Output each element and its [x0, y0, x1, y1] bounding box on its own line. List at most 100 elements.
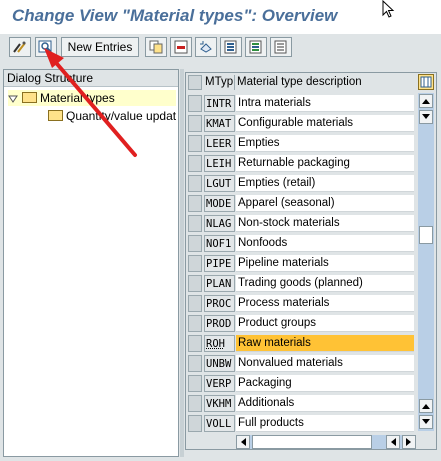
material-type-description[interactable]: Nonfoods	[236, 235, 414, 252]
display-change-button[interactable]	[9, 37, 31, 57]
material-type-description[interactable]: Returnable packaging	[236, 155, 414, 172]
row-selector[interactable]	[188, 215, 202, 232]
scroll-page-up-button[interactable]	[419, 110, 433, 124]
select-all-rows-cell[interactable]	[188, 75, 202, 90]
row-selector[interactable]	[188, 275, 202, 292]
undo-change-icon	[200, 41, 212, 53]
table-row[interactable]: PROD Product groups	[188, 314, 414, 333]
column-header-mtyp[interactable]: MTyp	[203, 75, 235, 90]
table-row[interactable]: UNBW Nonvalued materials	[188, 354, 414, 373]
material-type-description[interactable]: Raw materials	[236, 335, 414, 352]
table-row[interactable]: NOF1 Nonfoods	[188, 234, 414, 253]
scroll-down-button[interactable]	[419, 415, 433, 429]
row-selector[interactable]	[188, 355, 202, 372]
material-type-description[interactable]: Process materials	[236, 295, 414, 312]
row-selector[interactable]	[188, 375, 202, 392]
select-all-button[interactable]	[220, 37, 242, 57]
scroll-up-button[interactable]	[419, 94, 433, 108]
row-selector[interactable]	[188, 235, 202, 252]
material-type-code[interactable]: PROC	[204, 295, 235, 312]
horizontal-scroll-thumb[interactable]	[252, 435, 372, 449]
undo-change-button[interactable]	[195, 37, 217, 57]
table-row[interactable]: PIPE Pipeline materials	[188, 254, 414, 273]
material-type-code[interactable]: VOLL	[204, 415, 235, 432]
row-selector[interactable]	[188, 135, 202, 152]
select-block-button[interactable]	[245, 37, 267, 57]
material-type-description[interactable]: Trading goods (planned)	[236, 275, 414, 292]
material-type-description[interactable]: Packaging	[236, 375, 414, 392]
scroll-right-button[interactable]	[386, 435, 400, 449]
material-type-code[interactable]: VERP	[204, 375, 235, 392]
material-type-code[interactable]: ROH	[204, 335, 235, 352]
material-type-description[interactable]: Nonvalued materials	[236, 355, 414, 372]
material-type-description[interactable]: Empties	[236, 135, 414, 152]
material-type-description[interactable]: Pipeline materials	[236, 255, 414, 272]
table-row[interactable]: PROC Process materials	[188, 294, 414, 313]
table-row[interactable]: LEER Empties	[188, 134, 414, 153]
table-row[interactable]: VKHM Additionals	[188, 394, 414, 413]
row-selector[interactable]	[188, 395, 202, 412]
material-type-code[interactable]: NOF1	[204, 235, 235, 252]
material-type-code[interactable]: LEIH	[204, 155, 235, 172]
material-type-code[interactable]: LGUT	[204, 175, 235, 192]
column-header-description[interactable]: Material type description	[235, 75, 415, 90]
table-row[interactable]: LGUT Empties (retail)	[188, 174, 414, 193]
row-selector[interactable]	[188, 195, 202, 212]
material-type-description[interactable]: Non-stock materials	[236, 215, 414, 232]
copy-as-button[interactable]	[145, 37, 167, 57]
row-selector[interactable]	[188, 95, 202, 112]
material-type-code[interactable]: VKHM	[204, 395, 235, 412]
horizontal-scrollbar[interactable]	[236, 435, 416, 449]
arrow-down-icon	[422, 419, 430, 424]
row-selector[interactable]	[188, 295, 202, 312]
scroll-left-button[interactable]	[236, 435, 250, 449]
row-selector[interactable]	[188, 335, 202, 352]
table-row[interactable]: ROH Raw materials	[188, 334, 414, 353]
material-type-code[interactable]: LEER	[204, 135, 235, 152]
material-type-code[interactable]: UNBW	[204, 355, 235, 372]
material-type-code[interactable]: MODE	[204, 195, 235, 212]
scroll-page-down-button[interactable]	[419, 399, 433, 413]
row-selector[interactable]	[188, 115, 202, 132]
material-type-description[interactable]: Full products	[236, 415, 414, 432]
table-row[interactable]: NLAG Non-stock materials	[188, 214, 414, 233]
table-row[interactable]: VERP Packaging	[188, 374, 414, 393]
table-row[interactable]: INTR Intra materials	[188, 94, 414, 113]
new-entries-button[interactable]: New Entries	[61, 37, 139, 57]
scroll-far-right-button[interactable]	[402, 435, 416, 449]
table-row[interactable]: VOLL Full products	[188, 414, 414, 433]
deselect-all-icon	[274, 40, 287, 54]
deselect-all-button[interactable]	[270, 37, 292, 57]
material-type-description[interactable]: Apparel (seasonal)	[236, 195, 414, 212]
row-selector[interactable]	[188, 255, 202, 272]
material-type-description[interactable]: Product groups	[236, 315, 414, 332]
delete-button[interactable]	[170, 37, 192, 57]
table-row[interactable]: MODE Apparel (seasonal)	[188, 194, 414, 213]
tree-item-material-types[interactable]: Material types	[8, 90, 176, 106]
application-toolbar: New Entries	[0, 34, 441, 60]
material-type-code[interactable]: NLAG	[204, 215, 235, 232]
vertical-scrollbar[interactable]	[418, 93, 434, 431]
material-type-description[interactable]: Empties (retail)	[236, 175, 414, 192]
material-type-description[interactable]: Configurable materials	[236, 115, 414, 132]
table-row[interactable]: PLAN Trading goods (planned)	[188, 274, 414, 293]
material-type-code[interactable]: PIPE	[204, 255, 235, 272]
row-selector[interactable]	[188, 155, 202, 172]
panel-splitter[interactable]	[180, 69, 184, 457]
details-button[interactable]	[35, 37, 57, 57]
table-row[interactable]: KMAT Configurable materials	[188, 114, 414, 133]
row-selector[interactable]	[188, 315, 202, 332]
material-type-description[interactable]: Intra materials	[236, 95, 414, 112]
material-type-code[interactable]: PLAN	[204, 275, 235, 292]
material-type-code[interactable]: PROD	[204, 315, 235, 332]
table-settings-icon[interactable]	[418, 74, 434, 90]
row-selector[interactable]	[188, 415, 202, 432]
material-type-description[interactable]: Additionals	[236, 395, 414, 412]
tree-item-quantity-value-updating[interactable]: Quantity/value updati	[48, 108, 176, 124]
material-type-code[interactable]: KMAT	[204, 115, 235, 132]
material-types-table: MTyp Material type description INTR Intra…	[185, 72, 437, 450]
vertical-scroll-thumb[interactable]	[419, 226, 433, 244]
material-type-code[interactable]: INTR	[204, 95, 235, 112]
table-row[interactable]: LEIH Returnable packaging	[188, 154, 414, 173]
row-selector[interactable]	[188, 175, 202, 192]
